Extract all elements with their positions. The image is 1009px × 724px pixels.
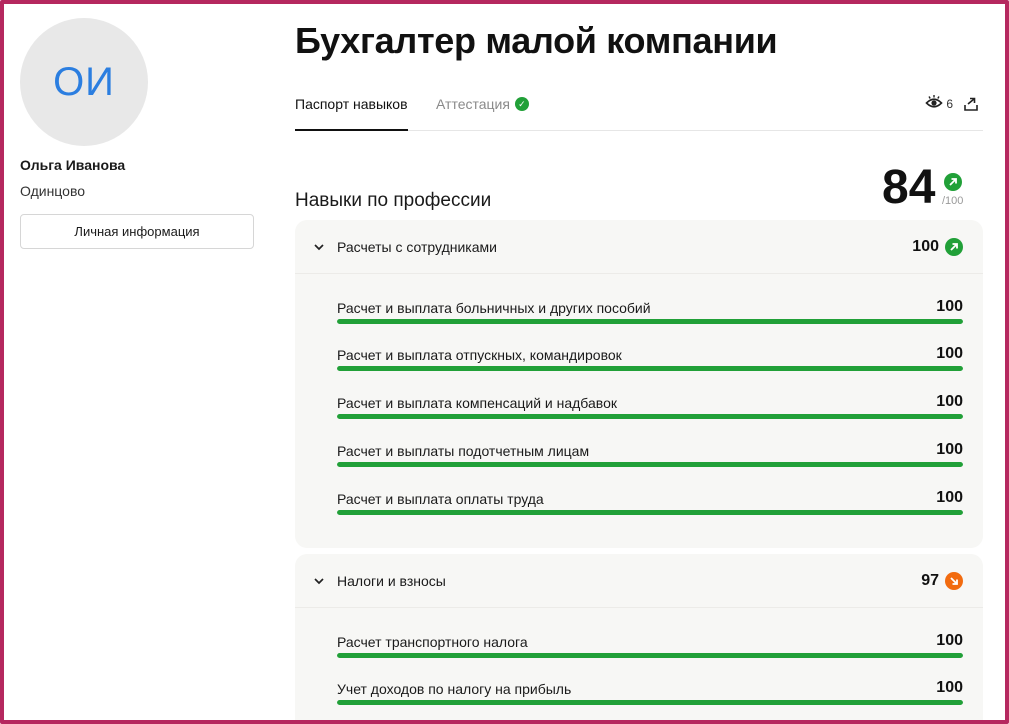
section-title: Навыки по профессии — [295, 190, 492, 211]
skill-group-header[interactable]: Налоги и взносы 97 — [295, 554, 983, 608]
skill-name: Учет доходов по налогу на прибыль — [337, 681, 572, 697]
tab-skills-passport[interactable]: Паспорт навыков — [295, 90, 408, 131]
skill-row: Расчет и выплата больничных и других пос… — [337, 298, 963, 340]
skill-progress-bar — [337, 366, 963, 371]
skill-name: Расчет и выплата компенсаций и надбавок — [337, 395, 617, 411]
total-max: /100 — [942, 195, 964, 207]
skill-progress-bar — [337, 414, 963, 419]
skill-name: Расчет и выплата больничных и других пос… — [337, 300, 651, 316]
skill-name: Расчет и выплата отпускных, командировок — [337, 347, 622, 363]
skill-score: 100 — [936, 298, 963, 315]
tab-label: Аттестация — [436, 96, 510, 112]
share-icon[interactable] — [963, 96, 979, 112]
chevron-down-icon[interactable] — [313, 574, 325, 592]
skill-group: Расчеты с сотрудниками 100 Расчет и выпл… — [295, 220, 983, 548]
skill-row: Учет доходов по налогу на прибыль 100 — [337, 679, 963, 720]
skill-group-name: Налоги и взносы — [337, 573, 446, 589]
avatar-initials: ОИ — [53, 59, 115, 104]
trend-up-icon — [944, 173, 962, 191]
skill-row: Расчет и выплата отпускных, командировок… — [337, 345, 963, 387]
trend-up-icon — [945, 238, 963, 256]
skill-progress-fill — [337, 414, 963, 419]
tab-attestation[interactable]: Аттестация ✓ — [436, 90, 529, 131]
skill-progress-bar — [337, 319, 963, 324]
skill-progress-bar — [337, 462, 963, 467]
views-counter[interactable]: 6 — [925, 94, 953, 113]
app-frame: ОИ Ольга Иванова Одинцово Личная информа… — [0, 0, 1009, 724]
skill-name: Расчет и выплата оплаты труда — [337, 491, 544, 507]
skill-progress-fill — [337, 653, 963, 658]
avatar: ОИ — [20, 18, 148, 146]
skill-name: Расчет транспортного налога — [337, 634, 528, 650]
eye-icon — [925, 94, 943, 113]
skill-progress-bar — [337, 653, 963, 658]
tab-tools: 6 — [925, 94, 979, 113]
tab-bar: Паспорт навыков Аттестация ✓ 6 — [295, 90, 983, 131]
skill-score: 100 — [936, 345, 963, 362]
check-icon: ✓ — [514, 97, 529, 111]
skill-progress-bar — [337, 700, 963, 705]
skill-score: 100 — [936, 632, 963, 649]
views-count: 6 — [946, 96, 953, 111]
skill-group-header[interactable]: Расчеты с сотрудниками 100 — [295, 220, 983, 274]
skill-progress-fill — [337, 462, 963, 467]
trend-down-icon — [945, 572, 963, 590]
page-title: Бухгалтер малой компании — [295, 20, 778, 61]
skill-progress-fill — [337, 319, 963, 324]
skill-row: Расчет транспортного налога 100 — [337, 632, 963, 674]
skill-score: 100 — [936, 679, 963, 696]
skill-name: Расчет и выплаты подотчетным лицам — [337, 443, 590, 459]
user-city: Одинцово — [20, 183, 86, 199]
skill-row: Расчет и выплата оплаты труда 100 — [337, 489, 963, 531]
skill-score: 100 — [936, 489, 963, 506]
tab-label: Паспорт навыков — [295, 96, 408, 112]
skill-score: 100 — [936, 393, 963, 410]
personal-info-button[interactable]: Личная информация — [20, 214, 254, 249]
skill-progress-fill — [337, 510, 963, 515]
skill-group-score: 97 — [921, 572, 939, 589]
skill-progress-fill — [337, 366, 963, 371]
skill-row: Расчет и выплата компенсаций и надбавок … — [337, 393, 963, 435]
skill-score: 100 — [936, 441, 963, 458]
skill-progress-bar — [337, 510, 963, 515]
total-score: 84 — [882, 161, 936, 214]
skill-group-score: 100 — [912, 238, 939, 255]
skill-group-name: Расчеты с сотрудниками — [337, 239, 497, 255]
chevron-down-icon[interactable] — [313, 240, 325, 258]
skill-row: Расчет и выплаты подотчетным лицам 100 — [337, 441, 963, 483]
user-name: Ольга Иванова — [20, 157, 126, 173]
skill-progress-fill — [337, 700, 963, 705]
skill-group: Налоги и взносы 97 Расчет транспортного … — [295, 554, 983, 720]
